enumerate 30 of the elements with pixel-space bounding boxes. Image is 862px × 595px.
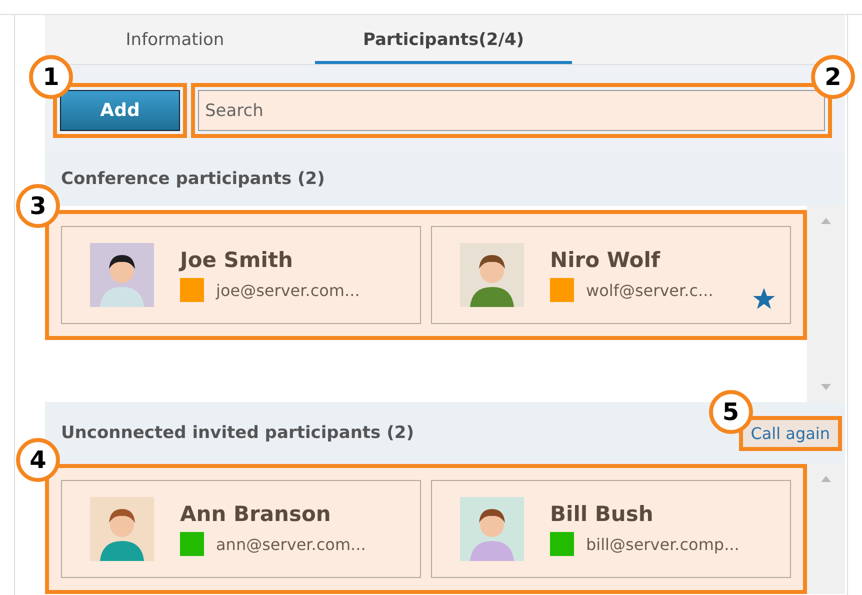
tab[interactable]: Information xyxy=(90,15,260,64)
search-field[interactable]: Search xyxy=(198,90,825,131)
callout-number: 2 xyxy=(811,55,855,99)
callout-number: 4 xyxy=(16,438,60,482)
scroll-up-icon[interactable] xyxy=(821,476,831,482)
avatar-icon xyxy=(460,497,524,561)
callout-number: 1 xyxy=(29,55,73,99)
participant-name: Joe Smith xyxy=(180,248,294,272)
participant-card[interactable]: Niro Wolf wolf@server.c... xyxy=(431,226,791,324)
scrollbar[interactable] xyxy=(807,464,845,594)
scrollbar[interactable] xyxy=(807,206,845,402)
scroll-up-icon[interactable] xyxy=(821,218,831,224)
section-title: Unconnected invited participants (2) xyxy=(61,423,414,443)
avatar-icon xyxy=(90,497,154,561)
scroll-down-icon[interactable] xyxy=(821,384,831,390)
avatar-icon xyxy=(90,243,154,307)
section-title: Conference participants (2) xyxy=(61,169,325,189)
callout-number: 3 xyxy=(16,184,60,228)
participant-name: Niro Wolf xyxy=(550,248,662,272)
participant-card[interactable]: Joe Smith joe@server.com... xyxy=(61,226,421,324)
participant-email: wolf@server.c... xyxy=(586,280,714,300)
participant-email: bill@server.comp... xyxy=(586,534,740,554)
participant-card[interactable]: Bill Bush bill@server.comp... xyxy=(431,480,791,578)
add-button[interactable]: Add xyxy=(60,90,180,131)
participant-card[interactable]: Ann Branson ann@server.com... xyxy=(61,480,421,578)
participant-name: Bill Bush xyxy=(550,502,654,526)
avatar-icon xyxy=(460,243,524,307)
participant-name: Ann Branson xyxy=(180,502,332,526)
participant-email: ann@server.com... xyxy=(216,534,366,554)
participant-email: joe@server.com... xyxy=(216,280,360,300)
